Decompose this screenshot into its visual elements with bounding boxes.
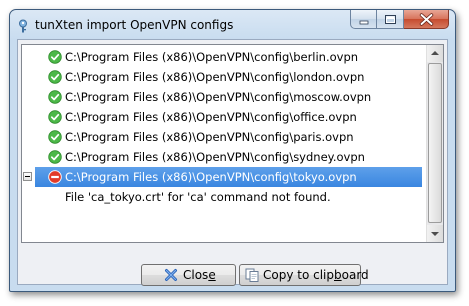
close-icon (419, 13, 434, 26)
check-ok-icon (48, 150, 62, 164)
check-ok-icon (48, 50, 62, 64)
check-ok-icon (48, 110, 62, 124)
selected-row[interactable]: C:\Program Files (x86)\OpenVPN\config\to… (35, 167, 422, 187)
error-icon (48, 170, 62, 184)
vertical-scrollbar[interactable] (426, 45, 443, 242)
error-detail-row[interactable]: File 'ca_tokyo.crt' for 'ca' command not… (22, 187, 424, 207)
config-rows: C:\Program Files (x86)\OpenVPN\config\be… (22, 47, 424, 207)
error-message: File 'ca_tokyo.crt' for 'ca' command not… (65, 190, 331, 204)
minimize-icon (359, 20, 369, 25)
config-path: C:\Program Files (x86)\OpenVPN\config\lo… (65, 70, 365, 84)
caption-buttons (350, 10, 449, 30)
close-button[interactable]: Close (141, 264, 236, 286)
close-button-label: Close (183, 268, 216, 282)
key-icon (19, 19, 27, 33)
list-item[interactable]: C:\Program Files (x86)\OpenVPN\config\of… (22, 107, 424, 127)
config-path: C:\Program Files (x86)\OpenVPN\config\be… (65, 50, 359, 64)
copy-to-clipboard-button[interactable]: Copy to clipboard (239, 264, 369, 286)
maximize-icon (385, 15, 396, 24)
config-path: C:\Program Files (x86)\OpenVPN\config\sy… (65, 150, 365, 164)
config-path: C:\Program Files (x86)\OpenVPN\config\pa… (65, 130, 354, 144)
config-path: C:\Program Files (x86)\OpenVPN\config\mo… (65, 90, 372, 104)
close-x-icon (165, 269, 177, 281)
dialog-client-area: C:\Program Files (x86)\OpenVPN\config\be… (17, 39, 448, 286)
config-tree-list[interactable]: C:\Program Files (x86)\OpenVPN\config\be… (21, 44, 444, 243)
config-path: C:\Program Files (x86)\OpenVPN\config\of… (65, 110, 357, 124)
scroll-down-button[interactable] (427, 225, 443, 242)
list-item[interactable]: C:\Program Files (x86)\OpenVPN\config\sy… (22, 147, 424, 167)
list-item-error[interactable]: C:\Program Files (x86)\OpenVPN\config\to… (22, 167, 424, 187)
title-bar[interactable]: tunXten import OpenVPN configs (10, 10, 455, 40)
check-ok-icon (48, 90, 62, 104)
check-ok-icon (48, 130, 62, 144)
maximize-button[interactable] (377, 10, 404, 29)
scroll-thumb[interactable] (428, 63, 442, 223)
config-path: C:\Program Files (x86)\OpenVPN\config\to… (65, 170, 357, 184)
close-window-button[interactable] (404, 10, 449, 29)
check-ok-icon (48, 70, 62, 84)
scroll-up-button[interactable] (427, 45, 443, 62)
list-item[interactable]: C:\Program Files (x86)\OpenVPN\config\be… (22, 47, 424, 67)
window-title: tunXten import OpenVPN configs (35, 18, 234, 32)
list-item[interactable]: C:\Program Files (x86)\OpenVPN\config\mo… (22, 87, 424, 107)
minimize-button[interactable] (350, 10, 377, 29)
collapse-toggle[interactable] (23, 172, 32, 181)
copy-button-label: Copy to clipboard (263, 268, 369, 282)
copy-icon (245, 268, 259, 282)
list-item[interactable]: C:\Program Files (x86)\OpenVPN\config\lo… (22, 67, 424, 87)
list-item[interactable]: C:\Program Files (x86)\OpenVPN\config\pa… (22, 127, 424, 147)
import-dialog-window: tunXten import OpenVPN configs C:\Progra… (9, 9, 456, 292)
